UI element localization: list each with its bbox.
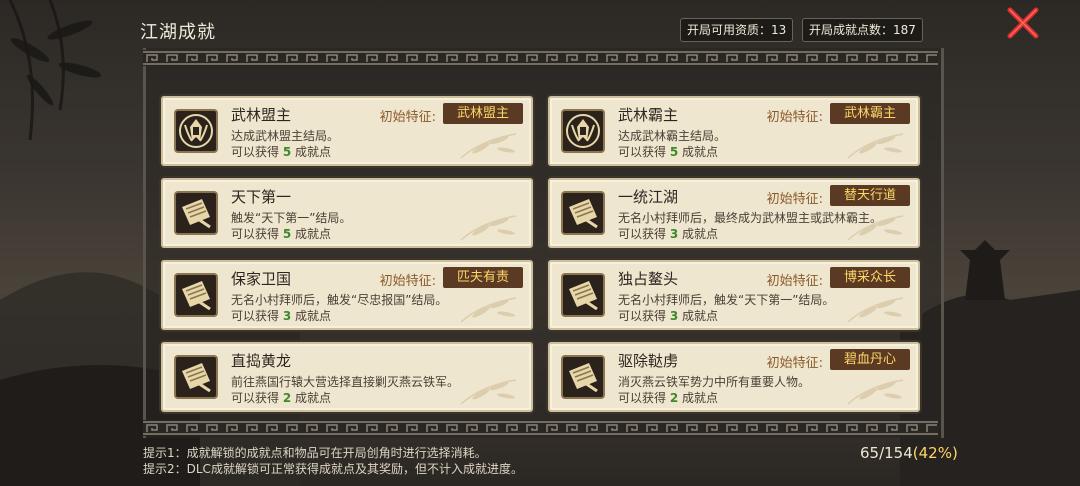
available-aptitude-badge: 开局可用资质：13 [680, 18, 794, 42]
achievement-name: 武林霸主 [618, 106, 679, 124]
trait-label: 初始特征: [766, 192, 823, 207]
achievement-points: 可以获得 3 成就点 [618, 307, 718, 324]
points-value: 3 [669, 227, 679, 241]
scroll-icon [174, 273, 218, 317]
page-title: 江湖成就 [140, 22, 216, 43]
achievement-card[interactable]: 天下第一触发“天下第一”结局。 可以获得 5 成就点 [161, 178, 533, 248]
top-frieze [143, 50, 938, 66]
points-suffix: 成就点 [295, 309, 332, 323]
bamboo-decoration [460, 379, 517, 405]
points-value: 2 [669, 391, 679, 405]
bamboo-decoration [847, 379, 904, 405]
points-value: 3 [282, 309, 292, 323]
bottom-frieze [143, 420, 938, 436]
points-prefix: 可以获得 [618, 309, 667, 323]
trait-badge: 博采众长 [830, 267, 910, 288]
achievement-name: 驱除鞑虏 [618, 352, 679, 370]
points-prefix: 可以获得 [618, 391, 667, 405]
achievement-desc: 消灭燕云铁军势力中所有重要人物。 [618, 375, 811, 389]
tip-2: 提示2：DLC成就解锁可正常获得成就点及其奖励，但不计入成就进度。 [143, 462, 523, 476]
achievement-progress: 65/154(42%) [860, 444, 958, 462]
achievement-name: 天下第一 [231, 188, 292, 206]
achievement-name: 武林盟主 [231, 106, 292, 124]
tip-1: 提示1：成就解锁的成就点和物品可在开局创角时进行选择消耗。 [143, 446, 487, 460]
achievement-points: 可以获得 2 成就点 [618, 389, 718, 406]
crest-icon [174, 109, 218, 153]
achievement-desc: 无名小村拜师后，触发“尽忠报国”结局。 [231, 293, 448, 307]
achievement-points: 可以获得 2 成就点 [231, 389, 331, 406]
bamboo-decoration [460, 215, 517, 241]
trait-label: 初始特征: [766, 274, 823, 289]
achievement-desc: 无名小村拜师后，触发“天下第一”结局。 [618, 293, 835, 307]
scroll-icon [174, 355, 218, 399]
trait-label: 初始特征: [379, 274, 436, 289]
points-suffix: 成就点 [682, 391, 719, 405]
scroll-icon [561, 355, 605, 399]
scroll-icon [174, 191, 218, 235]
points-prefix: 可以获得 [618, 145, 667, 159]
achievement-points: 可以获得 3 成就点 [618, 225, 718, 242]
crest-icon [561, 109, 605, 153]
points-prefix: 可以获得 [231, 227, 280, 241]
close-icon[interactable] [1006, 6, 1040, 40]
trait-badge: 武林盟主 [443, 103, 523, 124]
points-prefix: 可以获得 [618, 227, 667, 241]
points-suffix: 成就点 [682, 309, 719, 323]
trait-badge: 碧血丹心 [830, 349, 910, 370]
progress-count: 65/154 [860, 444, 913, 462]
points-suffix: 成就点 [295, 227, 332, 241]
achievement-desc: 达成武林盟主结局。 [231, 129, 340, 143]
points-suffix: 成就点 [295, 391, 332, 405]
trait-badge: 替天行道 [830, 185, 910, 206]
achievement-name: 保家卫国 [231, 270, 292, 288]
achievement-name: 一统江湖 [618, 188, 679, 206]
scroll-icon [561, 191, 605, 235]
points-prefix: 可以获得 [231, 391, 280, 405]
trait-badge: 匹夫有责 [443, 267, 523, 288]
progress-percent: (42%) [912, 444, 958, 462]
points-suffix: 成就点 [295, 145, 332, 159]
achievement-card[interactable]: 驱除鞑虏消灭燕云铁军势力中所有重要人物。 可以获得 2 成就点 初始特征: 碧血丹心 [548, 342, 920, 412]
points-value: 3 [669, 309, 679, 323]
achievement-desc: 前往燕国行辕大营选择直接剿灭燕云铁军。 [231, 375, 460, 389]
trait-label: 初始特征: [766, 356, 823, 371]
trait-label: 初始特征: [766, 110, 823, 125]
points-suffix: 成就点 [682, 227, 719, 241]
points-value: 5 [282, 145, 292, 159]
achievement-card[interactable]: 独占鳌头无名小村拜师后，触发“天下第一”结局。 可以获得 3 成就点 初始特征: 博采… [548, 260, 920, 330]
scroll-icon [561, 273, 605, 317]
achievement-name: 独占鳌头 [618, 270, 679, 288]
bamboo-decoration [847, 133, 904, 159]
points-prefix: 可以获得 [231, 309, 280, 323]
achievement-points: 可以获得 5 成就点 [231, 225, 331, 242]
achievement-desc: 触发“天下第一”结局。 [231, 211, 352, 225]
trait-badge: 武林霸主 [830, 103, 910, 124]
bamboo-decoration [460, 133, 517, 159]
trait-label: 初始特征: [379, 110, 436, 125]
achievement-card[interactable]: 保家卫国无名小村拜师后，触发“尽忠报国”结局。 可以获得 3 成就点 初始特征: 匹夫… [161, 260, 533, 330]
achievement-points: 可以获得 5 成就点 [231, 143, 331, 160]
achievement-points: 可以获得 5 成就点 [618, 143, 718, 160]
achievement-points: 可以获得 3 成就点 [231, 307, 331, 324]
points-value: 5 [282, 227, 292, 241]
achievement-card[interactable]: 武林霸主达成武林霸主结局。 可以获得 5 成就点 初始特征: 武林霸主 [548, 96, 920, 166]
points-suffix: 成就点 [682, 145, 719, 159]
achievement-desc: 达成武林霸主结局。 [618, 129, 727, 143]
bamboo-decoration [460, 297, 517, 323]
achievement-card[interactable]: 一统江湖 无名小村拜师后，最终成为武林盟主或武林霸主。 可以获得 3 成就点 初始特征… [548, 178, 920, 248]
bamboo-decoration [847, 297, 904, 323]
achievement-card[interactable]: 直捣黄龙前往燕国行辕大营选择直接剿灭燕云铁军。 可以获得 2 成就点 [161, 342, 533, 412]
bamboo-decoration [847, 215, 904, 241]
achievement-card[interactable]: 武林盟主达成武林盟主结局。 可以获得 5 成就点 初始特征: 武林盟主 [161, 96, 533, 166]
achievement-name: 直捣黄龙 [231, 352, 292, 370]
achievement-points-badge: 开局成就点数：187 [802, 18, 923, 42]
points-value: 5 [669, 145, 679, 159]
points-value: 2 [282, 391, 292, 405]
points-prefix: 可以获得 [231, 145, 280, 159]
